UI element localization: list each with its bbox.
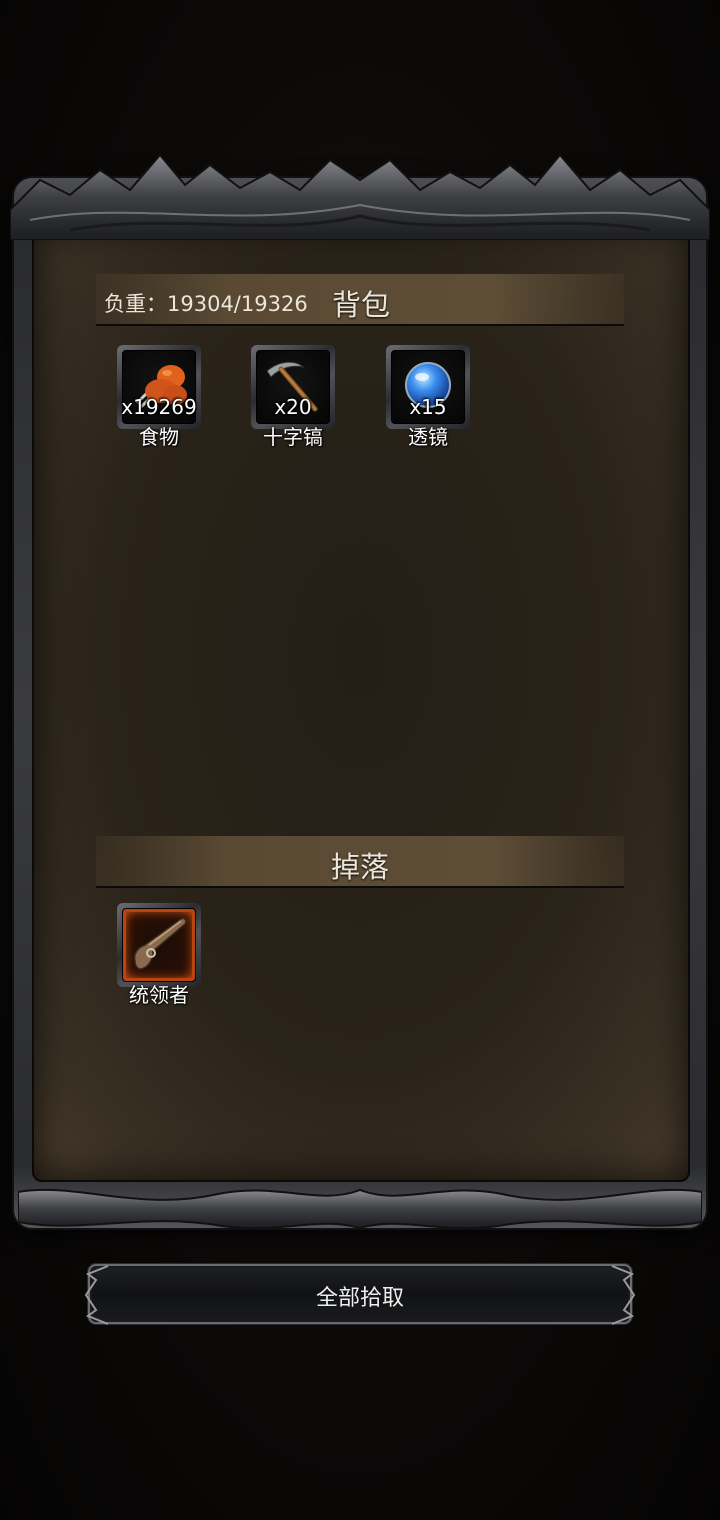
drops-header: 掉落 bbox=[96, 836, 624, 888]
item-name: 食物 bbox=[139, 425, 179, 449]
backpack-header: 负重：19304/19326 背包 bbox=[96, 274, 624, 326]
item-count: x19269 bbox=[121, 395, 197, 419]
frame-bottom-ornament bbox=[18, 1188, 702, 1230]
flintlock-pistol-icon bbox=[133, 917, 187, 970]
pickup-all-label: 全部拾取 bbox=[315, 1286, 404, 1311]
game-screen: 负重：19304/19326 背包 x19269 食物 x20 十字镐 x15 … bbox=[0, 0, 720, 1520]
backpack-title: 背包 bbox=[332, 288, 391, 322]
load-weight-label: 负重：19304/19326 bbox=[104, 292, 308, 316]
item-name: 透镜 bbox=[408, 425, 448, 449]
item-count: x20 bbox=[274, 395, 312, 419]
pickup-all-button[interactable]: 全部拾取 bbox=[84, 1264, 636, 1325]
item-slot bbox=[117, 903, 201, 987]
item-name: 十字镐 bbox=[263, 425, 323, 449]
backpack-item-pickaxe[interactable]: x20 十字镐 bbox=[251, 345, 335, 449]
backpack-item-food[interactable]: x19269 食物 bbox=[117, 345, 201, 449]
item-count: x15 bbox=[409, 395, 447, 419]
frame-top-ornament bbox=[10, 153, 710, 240]
item-name: 统领者 bbox=[129, 983, 189, 1007]
inventory-panel-frame bbox=[14, 178, 706, 1228]
drops-title: 掉落 bbox=[330, 850, 389, 884]
backpack-item-lens[interactable]: x15 透镜 bbox=[386, 345, 470, 449]
drop-item-commander-pistol[interactable]: 统领者 bbox=[117, 903, 201, 1007]
